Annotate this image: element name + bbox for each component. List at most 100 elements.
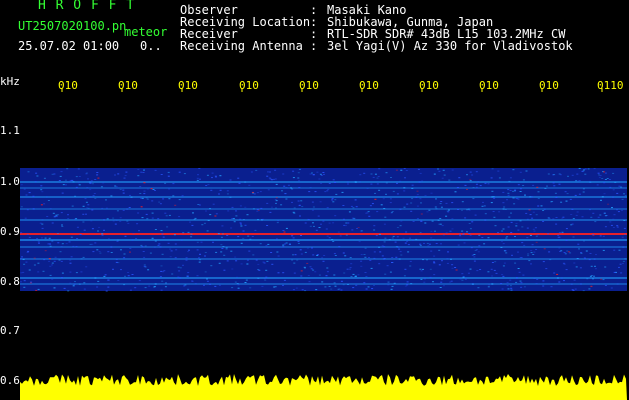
noise-speck: [44, 237, 47, 239]
noise-speck: [363, 172, 366, 174]
noise-speck: [594, 265, 596, 267]
noise-speck: [602, 235, 605, 237]
noise-speck: [389, 271, 392, 273]
noise-speck: [159, 203, 162, 205]
noise-speck: [502, 275, 505, 277]
noise-speck: [172, 183, 175, 185]
noise-speck: [333, 274, 336, 276]
noise-speck: [583, 240, 585, 242]
noise-speck: [153, 286, 156, 288]
noise-speck: [223, 254, 226, 256]
noise-speck: [159, 246, 162, 248]
noise-speck: [352, 287, 355, 289]
noise-speck: [396, 227, 399, 228]
noise-speck: [274, 178, 277, 180]
noise-speck: [575, 214, 578, 216]
noise-speck: [380, 204, 383, 206]
noise-speck: [562, 262, 565, 264]
noise-speck: [23, 263, 26, 265]
noise-speck: [160, 174, 163, 175]
noise-speck: [331, 239, 334, 240]
noise-speck: [520, 282, 523, 284]
noise-speck: [508, 216, 511, 218]
noise-speck: [123, 284, 126, 286]
noise-speck: [129, 289, 132, 291]
noise-speck: [558, 281, 561, 283]
noise-speck: [87, 204, 90, 206]
noise-speck: [203, 222, 206, 224]
noise-speck: [307, 219, 310, 220]
y-tick-label: 1.1: [0, 124, 20, 137]
noise-speck: [266, 260, 269, 262]
noise-speck: [215, 251, 218, 253]
noise-speck: [319, 173, 322, 175]
noise-speck: [309, 187, 312, 188]
noise-speck: [593, 258, 596, 260]
noise-speck: [166, 226, 169, 228]
noise-speck: [552, 182, 555, 184]
noise-speck: [531, 244, 534, 246]
noise-speck: [274, 286, 277, 288]
noise-speck: [456, 187, 459, 188]
noise-speck: [494, 225, 497, 227]
noise-speck: [479, 185, 482, 187]
noise-speck: [255, 169, 258, 171]
noise-speck: [420, 213, 423, 215]
noise-speck: [464, 217, 467, 219]
noise-speck: [446, 210, 449, 212]
noise-speck: [583, 169, 585, 171]
noise-speck: [145, 197, 148, 199]
noise-speck: [447, 251, 449, 253]
noise-speck: [164, 212, 167, 214]
noise-speck: [226, 193, 229, 195]
noise-speck: [265, 269, 268, 271]
noise-speck: [616, 192, 619, 194]
noise-speck: [25, 261, 28, 263]
noise-speck: [571, 174, 574, 176]
noise-speck: [471, 283, 474, 285]
noise-speck: [290, 187, 292, 189]
carrier-line: [20, 233, 627, 235]
noise-speck: [582, 290, 585, 292]
noise-speck: [80, 258, 83, 260]
noise-speck: [148, 285, 151, 287]
noise-speck: [311, 201, 314, 203]
noise-speck: [445, 232, 448, 234]
noise-speck: [69, 262, 72, 264]
noise-speck: [69, 259, 72, 261]
noise-speck: [283, 185, 286, 187]
noise-speck: [220, 251, 223, 253]
noise-speck: [311, 172, 313, 174]
noise-speck: [616, 209, 618, 211]
noise-speck: [601, 196, 604, 198]
noise-speck: [583, 257, 586, 259]
noise-speck: [558, 239, 561, 241]
noise-speck: [542, 280, 545, 282]
noise-speck: [343, 272, 346, 274]
noise-speck: [153, 246, 156, 248]
noise-speck: [123, 257, 126, 259]
noise-speck: [99, 252, 102, 254]
noise-speck: [163, 270, 166, 272]
noise-speck: [355, 206, 358, 208]
noise-speck: [375, 235, 378, 237]
noise-speck: [285, 242, 288, 244]
noise-speck: [419, 244, 422, 246]
noise-speck: [553, 272, 556, 274]
noise-speck: [589, 209, 591, 211]
noise-speck: [128, 207, 131, 208]
noise-speck: [532, 254, 535, 255]
noise-speck: [219, 189, 222, 191]
noise-speck: [30, 281, 33, 283]
noise-speck: [107, 279, 109, 281]
noise-speck: [199, 259, 202, 261]
noise-speck: [304, 222, 307, 224]
noise-speck: [204, 255, 206, 257]
noise-speck: [517, 251, 519, 253]
noise-speck: [98, 226, 101, 228]
noise-speck: [618, 249, 621, 251]
noise-speck: [215, 213, 218, 215]
noise-speck: [85, 173, 88, 175]
noise-speck: [282, 244, 285, 246]
noise-speck: [479, 269, 482, 270]
